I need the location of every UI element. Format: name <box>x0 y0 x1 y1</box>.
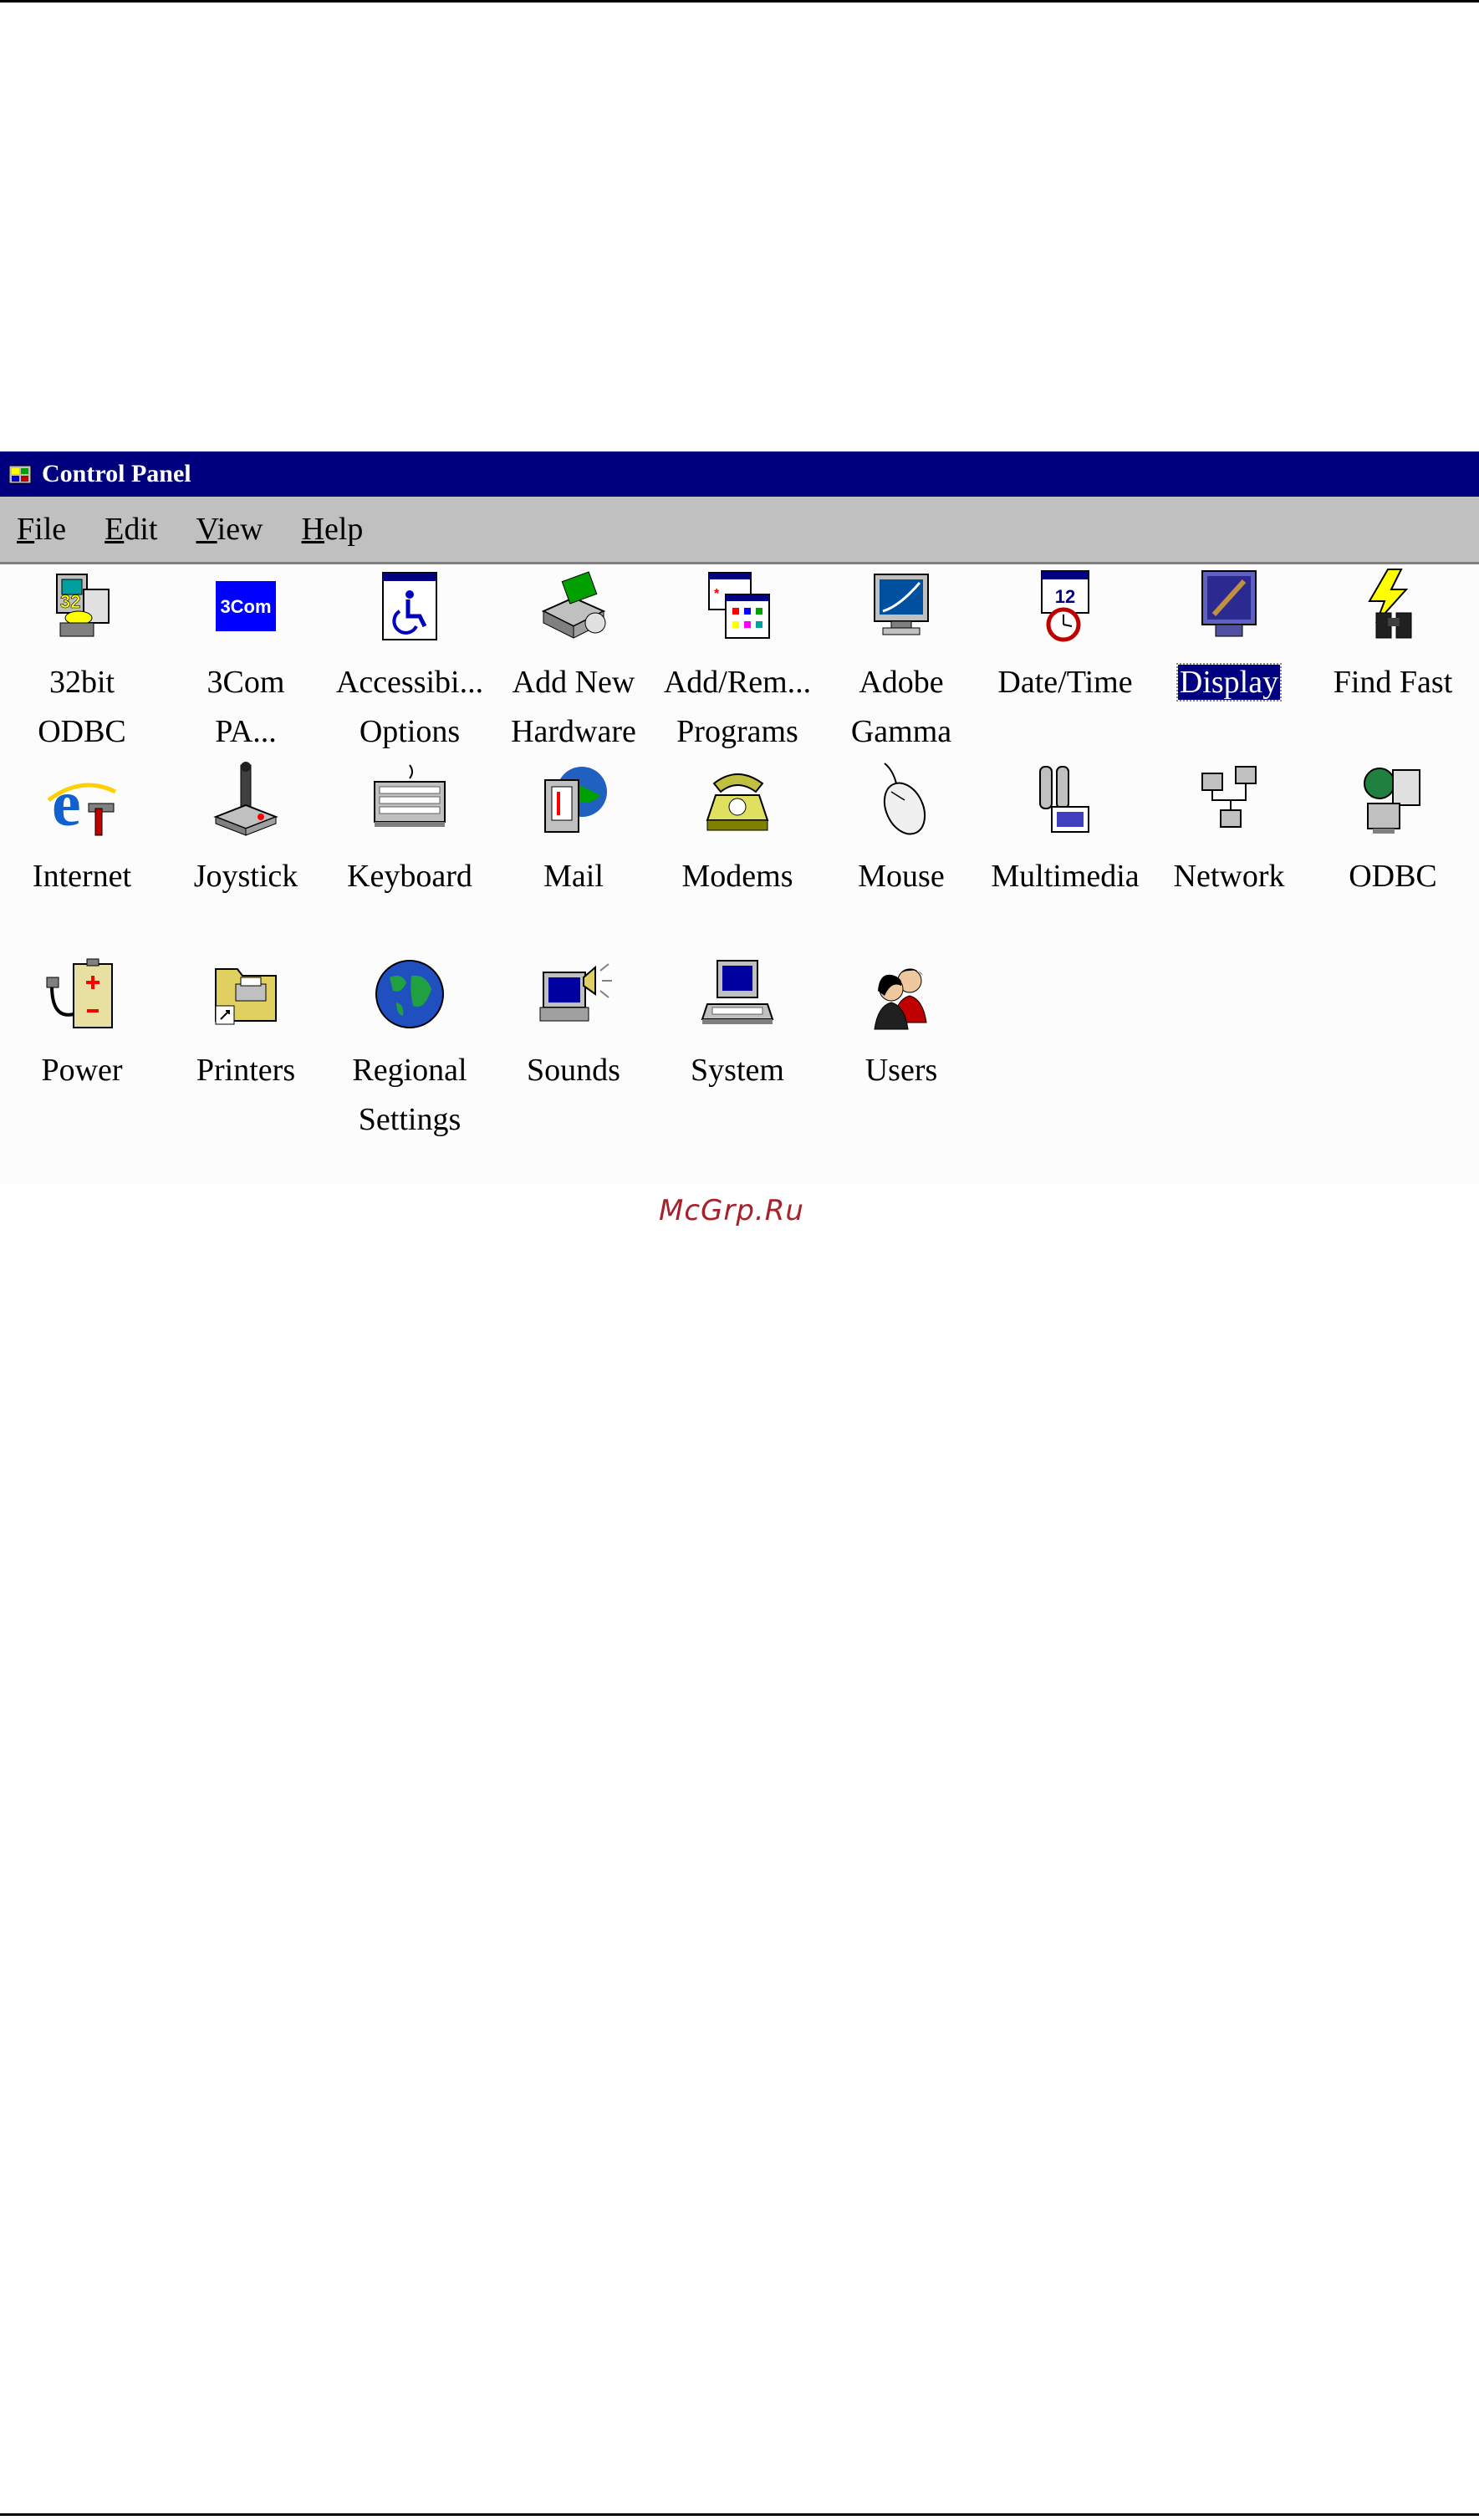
applet-joystick[interactable]: Joystick <box>164 758 328 949</box>
applet-label: Accessibi... Options <box>335 665 484 749</box>
keyboard-icon <box>374 764 446 827</box>
applet-label: Network <box>1173 859 1285 894</box>
add-hardware-icon <box>541 571 606 639</box>
applet-adobe-gamma[interactable]: Adobe Gamma <box>819 564 983 755</box>
menu-help[interactable]: Help <box>302 511 364 548</box>
applet-label: Add/Rem... Programs <box>663 665 812 749</box>
svg-text:e: e <box>52 767 81 839</box>
applet-label: Printers <box>196 1053 296 1088</box>
find-fast-icon <box>1368 569 1412 639</box>
applet-label: Regional Settings <box>352 1053 467 1137</box>
mouse-icon <box>883 763 926 835</box>
control-panel-icon <box>8 465 32 484</box>
svg-text:*: * <box>714 587 720 601</box>
applet-label: Adobe Gamma <box>850 665 952 749</box>
power-icon <box>46 958 113 1028</box>
applet-keyboard[interactable]: Keyboard <box>328 758 492 949</box>
applet-label: ODBC <box>1349 859 1437 894</box>
applet-mouse[interactable]: Mouse <box>819 758 983 949</box>
applet-system[interactable]: System <box>655 952 819 1143</box>
menu-help-rest: elp <box>324 512 364 547</box>
applet-label: Keyboard <box>347 859 472 894</box>
sounds-icon <box>539 963 612 1022</box>
odbc-icon <box>1364 768 1420 834</box>
applet-32bit-odbc[interactable]: 32 32bit ODBC <box>0 564 164 755</box>
applet-label: Add New Hardware <box>511 665 636 749</box>
users-icon <box>874 968 927 1030</box>
top-rule <box>0 0 1479 3</box>
bottom-rule <box>0 2513 1479 2516</box>
date-time-icon: 12 <box>1041 570 1089 642</box>
window-title: Control Panel <box>42 460 191 487</box>
menu-file[interactable]: File <box>17 511 66 548</box>
svg-text:3Com: 3Com <box>220 596 271 617</box>
watermark: McGrp.Ru <box>659 1194 804 1227</box>
printers-icon <box>215 968 277 1025</box>
applet-label: 3Com PA... <box>207 665 285 749</box>
odbc-32bit-icon: 32 <box>56 574 110 637</box>
applet-power[interactable]: Power <box>0 952 164 1143</box>
icon-view: 32 32bit ODBC 3Com 3Com PA... Accessibi.… <box>0 564 1479 1184</box>
applet-label: Internet <box>32 859 132 894</box>
applet-modems[interactable]: Modems <box>655 758 819 949</box>
menu-file-rest: ile <box>34 512 67 547</box>
menu-view-rest: iew <box>217 512 263 547</box>
menu-edit[interactable]: Edit <box>105 511 157 548</box>
mail-icon <box>544 767 607 833</box>
applet-label-selected: Display <box>1147 658 1311 707</box>
applet-odbc[interactable]: ODBC <box>1311 758 1475 949</box>
applet-label: Sounds <box>527 1053 620 1088</box>
regional-settings-icon <box>375 960 444 1028</box>
applet-regional-settings[interactable]: Regional Settings <box>328 952 492 1143</box>
system-icon <box>701 960 774 1024</box>
applet-label: Joystick <box>193 859 298 894</box>
joystick-icon <box>213 762 278 836</box>
applet-label: Find Fast <box>1333 665 1453 700</box>
applet-mail[interactable]: Mail <box>492 758 655 949</box>
3com-icon: 3Com <box>216 581 276 631</box>
menu-edit-accel: E <box>105 512 125 547</box>
applet-label: Date/Time <box>997 665 1133 700</box>
modems-icon <box>706 773 769 831</box>
selected-label-text: Display <box>1176 663 1283 701</box>
applet-label: System <box>691 1053 784 1088</box>
applet-label: Multimedia <box>991 859 1140 894</box>
add-remove-programs-icon: * <box>708 572 770 639</box>
applet-label: 32bit ODBC <box>38 665 126 749</box>
applet-display[interactable]: Display <box>1147 564 1311 755</box>
applet-label: Modems <box>681 859 793 894</box>
adobe-gamma-icon <box>874 574 929 635</box>
svg-text:32: 32 <box>60 591 80 612</box>
menu-edit-rest: dit <box>124 512 158 547</box>
multimedia-icon <box>1039 766 1089 833</box>
applet-multimedia[interactable]: Multimedia <box>983 758 1147 949</box>
applet-network[interactable]: Network <box>1147 758 1311 949</box>
applet-label: Users <box>864 1053 938 1088</box>
control-panel-window: Control Panel File Edit View Help 32 32b… <box>0 451 1479 1184</box>
title-bar[interactable]: Control Panel <box>0 451 1479 497</box>
applet-date-time[interactable]: 12 Date/Time <box>983 564 1147 755</box>
applet-label: Mail <box>543 859 604 894</box>
applet-users[interactable]: Users <box>819 952 983 1143</box>
applet-sounds[interactable]: Sounds <box>492 952 655 1143</box>
applet-add-new-hardware[interactable]: Add New Hardware <box>492 564 655 755</box>
applet-internet[interactable]: e Internet <box>0 758 164 949</box>
network-icon <box>1201 766 1257 828</box>
display-icon <box>1201 570 1257 637</box>
menu-bar: File Edit View Help <box>0 497 1479 564</box>
applet-printers[interactable]: Printers <box>164 952 328 1143</box>
menu-help-accel: H <box>301 512 324 547</box>
accessibility-icon <box>382 572 437 640</box>
applet-accessibility-options[interactable]: Accessibi... Options <box>328 564 492 755</box>
applet-find-fast[interactable]: Find Fast <box>1311 564 1475 755</box>
applet-add-remove-programs[interactable]: * Add/Rem... Programs <box>655 564 819 755</box>
applet-label: Mouse <box>858 859 945 894</box>
applet-label: Power <box>41 1053 123 1088</box>
menu-view-accel: V <box>196 512 217 547</box>
menu-file-accel: F <box>17 512 35 547</box>
svg-text:12: 12 <box>1055 586 1075 607</box>
internet-icon: e <box>47 767 117 839</box>
applet-3com[interactable]: 3Com 3Com PA... <box>164 564 328 755</box>
menu-view[interactable]: View <box>196 511 263 548</box>
